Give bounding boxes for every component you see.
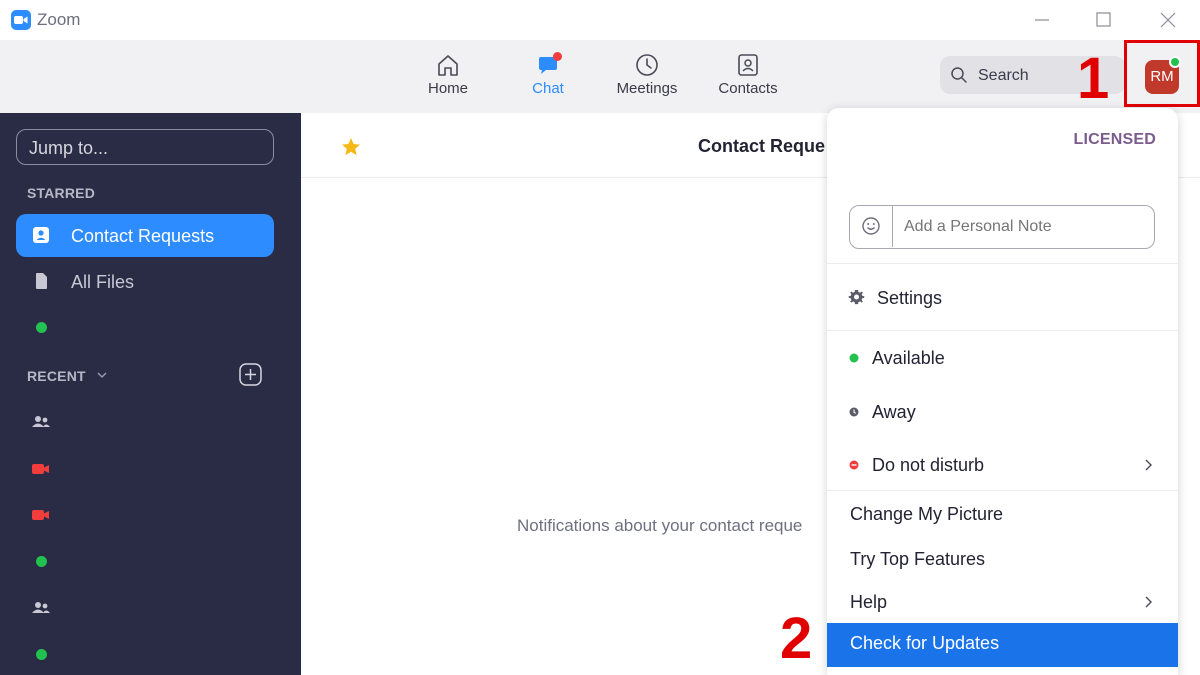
- profile-menu: LICENSED Settings Available Away Do not …: [827, 108, 1178, 675]
- menu-item-help[interactable]: Help: [827, 582, 1178, 624]
- menu-divider: [827, 490, 1178, 491]
- contact-card-icon: [33, 227, 49, 243]
- tab-chat[interactable]: Chat: [503, 52, 593, 102]
- personal-note-input[interactable]: [904, 218, 1144, 236]
- menu-item-check-for-updates[interactable]: Check for Updates: [827, 623, 1178, 667]
- menu-divider: [827, 263, 1178, 264]
- online-dot-icon: [36, 322, 47, 333]
- page-title: Contact Reque: [698, 136, 826, 156]
- menu-item-label: Do not disturb: [872, 455, 985, 475]
- menu-item-label: Check for Updates: [850, 633, 1000, 653]
- tab-contacts[interactable]: Contacts: [703, 52, 793, 102]
- personal-note-field[interactable]: [849, 205, 1155, 249]
- search-icon: [951, 67, 967, 83]
- jump-to-placeholder: Jump to...: [29, 138, 109, 158]
- clock-icon: [636, 54, 658, 76]
- menu-item-away[interactable]: Away: [827, 392, 1178, 434]
- menu-item-label: Help: [850, 592, 888, 612]
- section-recent-label: RECENT: [27, 368, 86, 384]
- jump-to-input[interactable]: Jump to...: [16, 129, 274, 165]
- sidebar-item-label: Contact Requests: [71, 226, 215, 246]
- empty-state-message: Notifications about your contact reque: [517, 516, 803, 535]
- title-bar: Zoom: [0, 0, 1200, 40]
- menu-item-label: Try Top Features: [850, 549, 986, 569]
- file-icon: [36, 273, 47, 289]
- gear-icon: [848, 290, 865, 305]
- chevron-down-icon[interactable]: [96, 369, 108, 381]
- chevron-right-icon: [1145, 459, 1152, 471]
- section-starred-label: STARRED: [27, 185, 96, 201]
- sidebar-item-label: All Files: [71, 272, 135, 292]
- sidebar-item-contact-requests[interactable]: Contact Requests: [16, 214, 274, 257]
- tab-home[interactable]: Home: [403, 52, 493, 102]
- online-dot-icon: [36, 649, 47, 660]
- tab-chat-label: Chat: [532, 80, 564, 97]
- tab-contacts-label: Contacts: [718, 80, 778, 97]
- maximize-button[interactable]: [1091, 8, 1117, 32]
- menu-item-label: Change My Picture: [850, 504, 1004, 524]
- tab-meetings[interactable]: Meetings: [602, 52, 692, 102]
- menu-item-change-picture[interactable]: Change My Picture: [827, 494, 1178, 536]
- contacts-icon: [738, 54, 758, 76]
- star-icon[interactable]: [340, 136, 362, 158]
- menu-item-do-not-disturb[interactable]: Do not disturb: [827, 445, 1178, 487]
- video-icon[interactable]: [31, 508, 51, 522]
- status-available-icon: [849, 353, 859, 363]
- status-away-icon: [849, 407, 859, 417]
- emoji-button[interactable]: [850, 206, 893, 247]
- zoom-logo-icon: [11, 10, 31, 30]
- sidebar-item-all-files[interactable]: All Files: [16, 260, 274, 303]
- people-icon[interactable]: [31, 414, 51, 430]
- menu-item-label: Away: [872, 402, 916, 422]
- sidebar: Jump to... STARRED Contact Requests All …: [0, 113, 301, 675]
- online-dot-icon: [36, 556, 47, 567]
- menu-item-try-top-features[interactable]: Try Top Features: [827, 539, 1178, 581]
- menu-divider: [827, 330, 1178, 331]
- menu-item-label: Available: [872, 348, 945, 368]
- add-icon[interactable]: [239, 363, 262, 386]
- menu-item-label: Settings: [877, 288, 943, 308]
- license-badge: LICENSED: [1073, 131, 1156, 148]
- step-2-annotation: 2: [780, 606, 813, 671]
- menu-item-available[interactable]: Available: [827, 338, 1178, 380]
- tab-meetings-label: Meetings: [616, 80, 678, 97]
- people-icon[interactable]: [31, 600, 51, 616]
- chevron-right-icon: [1145, 596, 1152, 608]
- menu-item-settings[interactable]: Settings: [827, 278, 1178, 320]
- step-1-annotation: 1: [1077, 46, 1110, 111]
- app-title: Zoom: [37, 10, 81, 29]
- status-online-icon: [1169, 56, 1181, 68]
- video-icon[interactable]: [31, 462, 51, 476]
- smiley-icon: [862, 217, 880, 235]
- home-icon: [438, 55, 458, 76]
- top-navigation: Home Chat Meetings Contacts Search: [0, 40, 1200, 113]
- status-dnd-icon: [849, 460, 859, 470]
- tab-home-label: Home: [427, 80, 468, 97]
- minimize-button[interactable]: [1030, 8, 1056, 32]
- search-label: Search: [978, 67, 1029, 84]
- chat-icon: [539, 52, 562, 74]
- close-button[interactable]: [1155, 8, 1181, 32]
